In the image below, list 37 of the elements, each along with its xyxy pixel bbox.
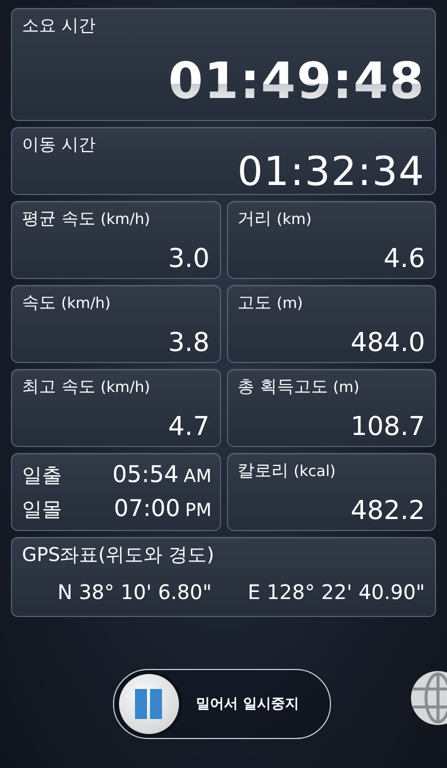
pause-slider[interactable]: 밀어서 일시중지 bbox=[113, 669, 331, 739]
stat-value: 4.6 bbox=[384, 246, 425, 272]
latitude-text: N 38° 10' 6.80" bbox=[58, 580, 212, 604]
sun-label: 일몰 bbox=[22, 498, 62, 520]
stat-label: 칼로리 bbox=[238, 460, 288, 482]
stat-value: 4.7 bbox=[168, 414, 210, 440]
sun-label: 일출 bbox=[22, 464, 62, 486]
longitude-text: E 128° 22' 40.90" bbox=[248, 580, 425, 604]
ampm-label: PM bbox=[185, 500, 212, 521]
stat-label: 거리 bbox=[238, 208, 272, 230]
stat-value: 482.2 bbox=[350, 498, 425, 524]
globe-icon[interactable] bbox=[410, 669, 447, 727]
unit-label: (m) bbox=[333, 378, 360, 396]
stat-label: 속도 bbox=[22, 292, 56, 314]
stat-label: 고도 bbox=[238, 292, 272, 314]
sun-time: 07:00 bbox=[114, 496, 180, 522]
unit-label: (km) bbox=[276, 210, 312, 228]
gps-label: GPS좌표(위도와 경도) bbox=[22, 544, 216, 566]
stat-label: 총 획득고도 bbox=[238, 376, 328, 398]
unit-label: (km/h) bbox=[100, 378, 150, 396]
unit-label: (km/h) bbox=[100, 210, 150, 228]
unit-label: (m) bbox=[276, 294, 303, 312]
time-label: 소요 시간 bbox=[22, 15, 96, 37]
stat-value: 108.7 bbox=[350, 414, 425, 440]
stat-value: 484.0 bbox=[350, 330, 425, 356]
stat-value: 3.0 bbox=[168, 246, 210, 272]
stat-label: 평균 속도 bbox=[22, 208, 96, 230]
pause-icon bbox=[135, 689, 163, 719]
stat-label: 최고 속도 bbox=[22, 376, 96, 398]
pause-knob[interactable] bbox=[119, 674, 179, 734]
sun-time: 05:54 bbox=[112, 462, 179, 488]
ampm-label: AM bbox=[184, 466, 212, 487]
unit-label: (km/h) bbox=[61, 294, 111, 312]
stat-value: 3.8 bbox=[168, 330, 210, 356]
unit-label: (kcal) bbox=[294, 462, 336, 480]
time-label: 이동 시간 bbox=[22, 134, 96, 156]
time-value: 01:32:34 bbox=[237, 152, 425, 192]
